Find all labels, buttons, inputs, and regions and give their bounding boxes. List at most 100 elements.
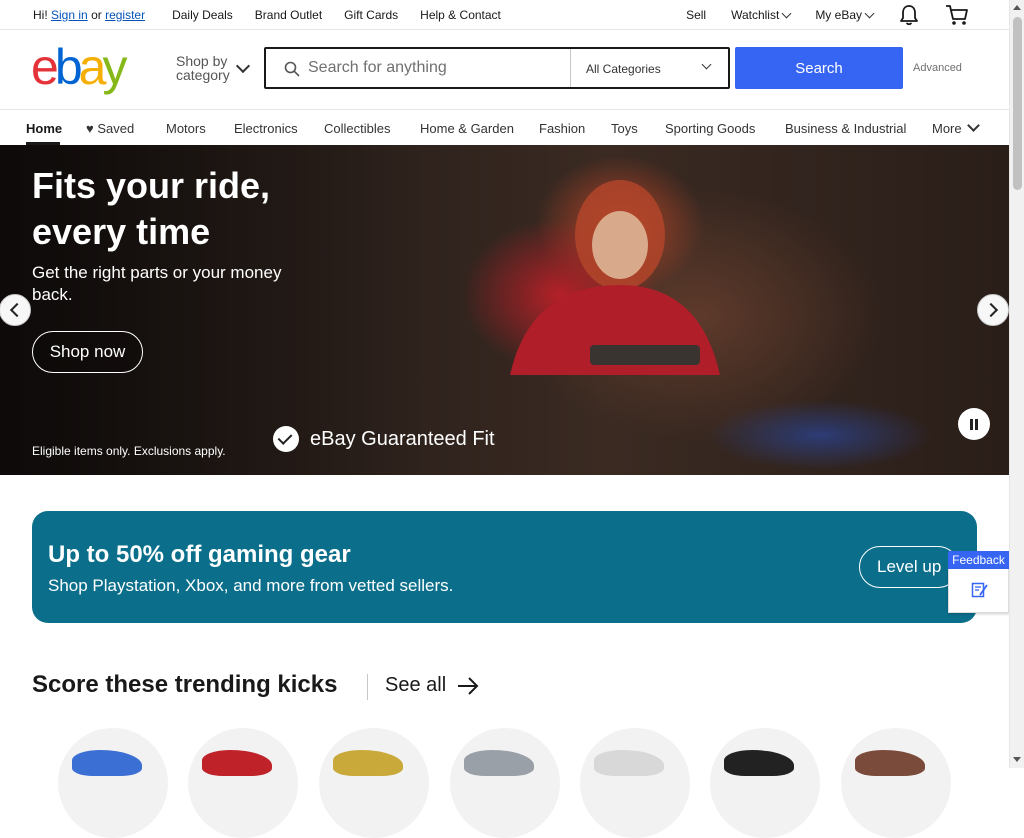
- shop-by-category-button[interactable]: Shop by category: [176, 54, 230, 82]
- greeting: Hi! Sign in or register: [33, 8, 145, 22]
- cart-icon: [946, 5, 968, 25]
- category-nav: Home ♥ Saved Motors Electronics Collecti…: [0, 109, 1009, 145]
- chevron-left-icon: [9, 302, 25, 318]
- shoe-image: [464, 750, 534, 776]
- feedback-body: [948, 569, 1009, 613]
- shoe-image: [333, 750, 403, 776]
- hero-banner: Fits your ride, every time Get the right…: [0, 145, 1009, 475]
- top-links: Daily Deals Brand Outlet Gift Cards Help…: [172, 8, 523, 22]
- ebay-logo[interactable]: ebay: [31, 39, 127, 95]
- scrollbar-thumb[interactable]: [1013, 17, 1022, 190]
- category-select[interactable]: All Categories: [570, 49, 728, 87]
- kick-item[interactable]: [188, 728, 298, 838]
- shoe-image: [72, 750, 142, 776]
- carousel-prev-button[interactable]: [0, 294, 31, 326]
- kick-item[interactable]: [58, 728, 168, 838]
- shop-by-line1: Shop by: [176, 53, 228, 69]
- hero-subtitle: Get the right parts or your money back.: [32, 263, 282, 304]
- trending-title: Score these trending kicks: [32, 671, 338, 698]
- advanced-search-link[interactable]: Advanced: [913, 62, 962, 74]
- nav-item-more[interactable]: More: [932, 121, 962, 136]
- top-bar-left: Hi! Sign in or register Daily Deals Bran…: [33, 8, 523, 22]
- cart-button[interactable]: [945, 4, 969, 26]
- help-contact-link[interactable]: Help & Contact: [420, 8, 501, 22]
- hero-title: Fits your ride, every time: [32, 165, 271, 252]
- watchlist-menu[interactable]: Watchlist: [731, 8, 792, 22]
- promo-title: Up to 50% off gaming gear: [48, 541, 351, 568]
- logo-letter-a: a: [78, 39, 107, 95]
- sell-link[interactable]: Sell: [686, 8, 706, 22]
- search-icon: [284, 61, 300, 77]
- logo-letter-b: b: [54, 39, 83, 95]
- feedback-widget[interactable]: Feedback: [948, 551, 1009, 613]
- vertical-scrollbar[interactable]: [1009, 0, 1024, 768]
- arrow-right-icon: [458, 676, 479, 695]
- level-up-button[interactable]: Level up: [859, 546, 959, 588]
- carousel-next-button[interactable]: [977, 294, 1009, 326]
- greeting-prefix: Hi!: [33, 8, 48, 22]
- kick-item[interactable]: [580, 728, 690, 838]
- see-all-link[interactable]: See all: [385, 674, 480, 697]
- scroll-down-icon[interactable]: [1013, 757, 1021, 762]
- greeting-or: or: [91, 8, 102, 22]
- kick-item[interactable]: [710, 728, 820, 838]
- gift-cards-link[interactable]: Gift Cards: [344, 8, 398, 22]
- chevron-right-icon: [983, 302, 999, 318]
- nav-item-motors[interactable]: Motors: [166, 121, 206, 136]
- see-all-label: See all: [385, 674, 447, 696]
- shop-now-button[interactable]: Shop now: [32, 331, 143, 373]
- brand-outlet-link[interactable]: Brand Outlet: [255, 8, 322, 22]
- check-icon: [273, 426, 299, 452]
- shoe-image: [202, 750, 272, 776]
- register-link[interactable]: register: [105, 8, 145, 22]
- nav-item-toys[interactable]: Toys: [611, 121, 638, 136]
- feedback-edit-icon: [971, 582, 988, 598]
- header: ebay Shop by category All Categories Sea…: [0, 31, 1009, 109]
- top-bar-right: Sell Watchlist My eBay: [661, 4, 969, 26]
- chevron-down-icon: [235, 58, 251, 74]
- pause-button[interactable]: [958, 408, 990, 440]
- daily-deals-link[interactable]: Daily Deals: [172, 8, 233, 22]
- nav-item-home[interactable]: Home: [26, 121, 62, 136]
- bell-icon: [900, 5, 918, 26]
- search-input[interactable]: [308, 57, 558, 79]
- nav-item-collectibles[interactable]: Collectibles: [324, 121, 390, 136]
- nav-item-fashion[interactable]: Fashion: [539, 121, 585, 136]
- category-selected-label: All Categories: [586, 62, 661, 76]
- nav-item-business-industrial[interactable]: Business & Industrial: [785, 121, 906, 136]
- search-box: All Categories: [264, 47, 730, 89]
- promo-subtitle: Shop Playstation, Xbox, and more from ve…: [48, 576, 454, 595]
- hero-disclaimer: Eligible items only. Exclusions apply.: [32, 444, 226, 458]
- kick-item[interactable]: [319, 728, 429, 838]
- guaranteed-fit-label: eBay Guaranteed Fit: [310, 427, 495, 450]
- shoe-image: [855, 750, 925, 776]
- chevron-down-icon: [781, 8, 792, 18]
- scroll-up-icon[interactable]: [1013, 5, 1021, 10]
- kick-item[interactable]: [450, 728, 560, 838]
- watchlist-label: Watchlist: [731, 8, 780, 22]
- divider: [367, 674, 368, 700]
- feedback-label: Feedback: [948, 551, 1009, 569]
- promo-banner[interactable]: Up to 50% off gaming gear Shop Playstati…: [32, 511, 977, 623]
- my-ebay-menu[interactable]: My eBay: [815, 8, 875, 22]
- kick-item[interactable]: [841, 728, 951, 838]
- shoe-image: [594, 750, 664, 776]
- notifications-button[interactable]: [898, 4, 920, 26]
- my-ebay-label: My eBay: [815, 8, 862, 22]
- sign-in-link[interactable]: Sign in: [51, 8, 88, 22]
- search-button[interactable]: Search: [735, 47, 903, 89]
- hero-photo: [510, 180, 720, 375]
- nav-item-home-garden[interactable]: Home & Garden: [420, 121, 514, 136]
- chevron-down-icon: [864, 8, 875, 18]
- guaranteed-fit-badge: eBay Guaranteed Fit: [273, 426, 495, 452]
- logo-letter-y: y: [102, 39, 127, 95]
- chevron-down-icon: [967, 119, 980, 132]
- chevron-down-icon: [701, 59, 712, 70]
- nav-item-saved[interactable]: ♥ Saved: [86, 121, 134, 136]
- shoe-image: [724, 750, 794, 776]
- shop-by-line2: category: [176, 67, 230, 83]
- nav-item-sporting-goods[interactable]: Sporting Goods: [665, 121, 755, 136]
- logo-letter-e: e: [31, 39, 59, 95]
- top-bar: Hi! Sign in or register Daily Deals Bran…: [0, 0, 1009, 30]
- nav-item-electronics[interactable]: Electronics: [234, 121, 298, 136]
